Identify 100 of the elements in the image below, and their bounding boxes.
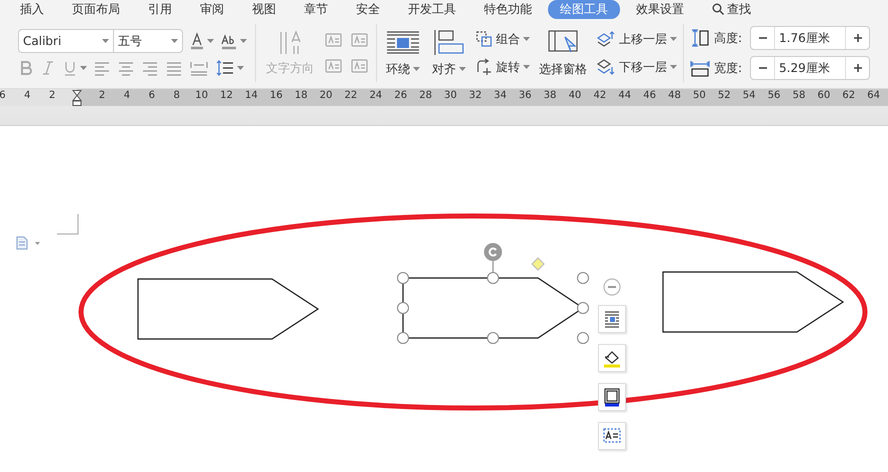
- ruler-number: 8: [172, 90, 181, 102]
- ribbon-tab[interactable]: 特色功能: [472, 0, 544, 18]
- bold-button[interactable]: [18, 59, 34, 77]
- ruler-number: 6: [148, 90, 156, 102]
- ruler-number: 52: [716, 90, 732, 102]
- arrow-shape[interactable]: [137, 278, 320, 340]
- selection-pane-icon: [547, 28, 579, 54]
- ribbon-tab[interactable]: 引用: [136, 0, 184, 18]
- italic-button[interactable]: [40, 59, 56, 77]
- text-direction-icon: [278, 30, 302, 56]
- caret-icon: [207, 39, 214, 43]
- ribbon-tab[interactable]: 插入: [8, 0, 56, 18]
- ruler-number: 28: [418, 90, 433, 102]
- increase-button[interactable]: [845, 27, 870, 49]
- ruler-number: 22: [344, 90, 358, 102]
- highlight-icon: [220, 32, 238, 50]
- ruler-number: 64: [866, 90, 881, 102]
- ribbon-tab[interactable]: 开发工具: [396, 0, 468, 18]
- arrange-button[interactable]: 旋转: [475, 58, 530, 76]
- distribute-button[interactable]: [189, 59, 209, 77]
- ruler-number: 24: [368, 90, 384, 102]
- ruler-number: 46: [642, 90, 657, 102]
- ribbon-tab[interactable]: 页面布局: [60, 0, 132, 18]
- ruler-number: 32: [468, 90, 483, 102]
- size-label: 高度:: [714, 30, 742, 46]
- ribbon-tab[interactable]: 查找: [700, 0, 763, 18]
- distribute-icon: [189, 59, 209, 77]
- ruler-number: 14: [244, 90, 259, 102]
- ruler-number: 2: [48, 90, 56, 102]
- ribbon-tab[interactable]: 效果设置: [624, 0, 696, 18]
- align-icon: [433, 28, 465, 54]
- increase-button[interactable]: [845, 57, 870, 79]
- arrange-button[interactable]: 上移一层: [596, 30, 677, 48]
- line-spacing-icon: [215, 59, 235, 77]
- underline-button[interactable]: [62, 59, 87, 77]
- ruler-number: 36: [518, 90, 533, 102]
- text-box-link-icon: [324, 31, 344, 49]
- document-icon[interactable]: [16, 236, 40, 250]
- text-box-right-icon: [350, 57, 370, 75]
- arrange-button[interactable]: 下移一层: [596, 58, 677, 76]
- text-wrap-icon: [603, 309, 621, 329]
- ruler-number: 18: [294, 90, 308, 102]
- font-color-icon: [189, 32, 205, 50]
- size-label: 宽度:: [714, 60, 742, 76]
- underline-icon: [62, 59, 78, 77]
- ruler-number: 58: [792, 90, 806, 102]
- layout-options-button[interactable]: [598, 305, 626, 333]
- ruler-number: 26: [393, 90, 408, 102]
- arrange-button[interactable]: 环绕: [383, 28, 423, 78]
- ruler-number: 4: [23, 90, 32, 102]
- text-box-left-icon: [324, 57, 344, 75]
- plus-icon: [852, 33, 864, 43]
- height-icon: [690, 29, 710, 47]
- arrow-shape[interactable]: [662, 271, 844, 333]
- ribbon-tab[interactable]: 章节: [292, 0, 340, 18]
- ruler-number: 4: [122, 90, 132, 102]
- fill-color-button[interactable]: [598, 344, 626, 372]
- caret-icon: [237, 66, 244, 70]
- caret-icon: [80, 66, 87, 70]
- ruler-number: 10: [194, 90, 209, 102]
- ruler-number: 56: [766, 90, 782, 102]
- highlight-button[interactable]: [220, 32, 247, 50]
- line-spacing-button[interactable]: [215, 59, 244, 77]
- size-spin-field[interactable]: 5.29厘米: [750, 56, 870, 80]
- ruler-number: 12: [219, 90, 234, 102]
- rotate-icon: [475, 58, 493, 76]
- ruler-number: 50: [692, 90, 707, 102]
- ruler-number: 42: [592, 90, 608, 102]
- size-spin-field[interactable]: 1.76厘米: [750, 26, 870, 50]
- plus-icon: [852, 63, 864, 73]
- margin-corner-mark: [56, 214, 78, 234]
- text-wrap-icon: [385, 28, 421, 54]
- ribbon-tab[interactable]: 视图: [240, 0, 288, 18]
- arrange-button[interactable]: 对齐: [430, 28, 468, 78]
- ruler-number: 34: [492, 90, 508, 102]
- group-icon: [475, 30, 493, 48]
- collapse-button[interactable]: [603, 278, 621, 296]
- width-icon: [690, 59, 710, 77]
- ruler-number: 2: [98, 90, 106, 102]
- ribbon-tab[interactable]: 安全: [344, 0, 392, 18]
- text-box-button[interactable]: [598, 422, 626, 450]
- ruler-number: 6: [0, 90, 7, 102]
- ruler-number: 60: [816, 90, 832, 102]
- send-backward-icon: [596, 58, 616, 76]
- arrange-button[interactable]: 选择窗格: [537, 28, 589, 78]
- arrange-button[interactable]: 组合: [475, 30, 530, 48]
- italic-icon: [40, 59, 56, 77]
- ruler-number: 48: [667, 90, 682, 102]
- ribbon-tab[interactable]: 审阅: [188, 0, 236, 18]
- text-box-icon: [350, 31, 370, 49]
- outline-color-button[interactable]: [598, 383, 626, 411]
- bold-icon: [18, 59, 34, 77]
- ruler-number: 38: [542, 90, 558, 102]
- font-color-button[interactable]: [189, 32, 214, 50]
- ruler-number: 16: [268, 90, 284, 102]
- indent-marker-icon[interactable]: [72, 90, 82, 106]
- search-icon: [712, 3, 724, 15]
- outline-icon: [603, 387, 621, 407]
- ruler-number: 44: [617, 90, 632, 102]
- ruler-number: 62: [841, 90, 856, 102]
